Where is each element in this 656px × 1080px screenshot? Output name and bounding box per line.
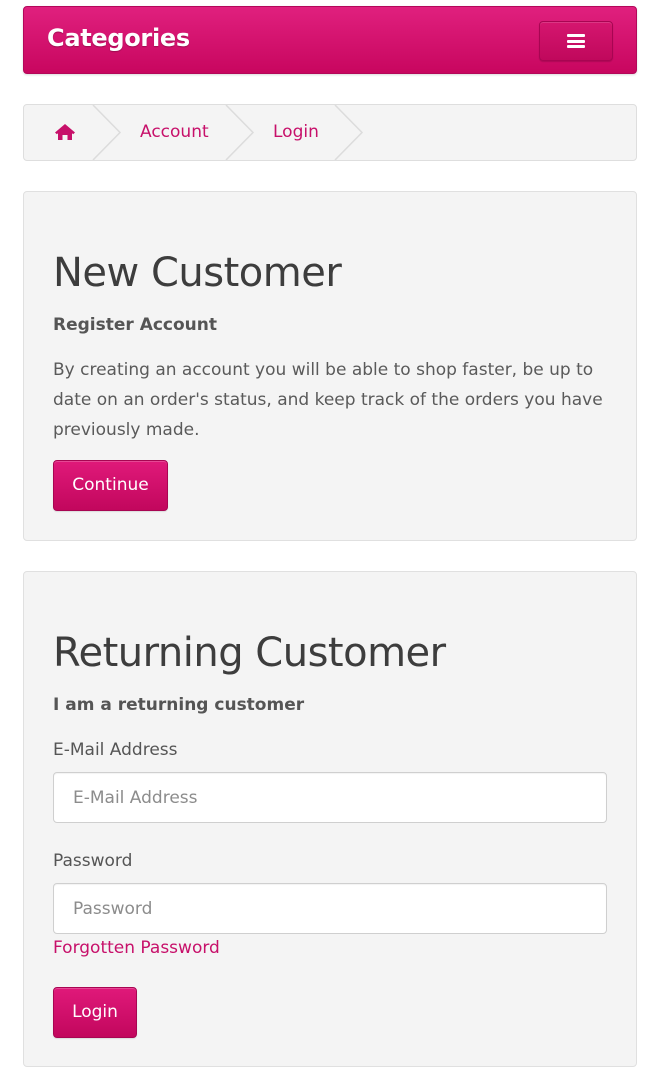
new-customer-heading: New Customer (53, 250, 342, 296)
register-account-subheading: Register Account (53, 315, 218, 335)
category-navbar: Categories (23, 6, 637, 74)
returning-customer-panel: Returning Customer I am a returning cust… (23, 571, 637, 1067)
breadcrumb: Account Login (23, 104, 637, 161)
menu-toggle-button[interactable] (539, 21, 613, 61)
hamburger-menu-icon (567, 34, 585, 48)
home-icon[interactable] (54, 123, 76, 141)
continue-button[interactable]: Continue (53, 460, 168, 511)
breadcrumb-separator (92, 105, 122, 160)
password-label: Password (53, 851, 133, 871)
breadcrumb-item-login[interactable]: Login (273, 105, 319, 160)
new-customer-panel: New Customer Register Account By creatin… (23, 191, 637, 541)
forgotten-password-link[interactable]: Forgotten Password (53, 938, 220, 958)
breadcrumb-separator (225, 105, 255, 160)
password-field[interactable] (53, 883, 607, 934)
returning-customer-heading: Returning Customer (53, 630, 446, 676)
breadcrumb-separator (334, 105, 364, 160)
email-label: E-Mail Address (53, 740, 178, 760)
returning-customer-subheading: I am a returning customer (53, 695, 305, 715)
email-field[interactable] (53, 772, 607, 823)
breadcrumb-item-account[interactable]: Account (140, 105, 209, 160)
login-button[interactable]: Login (53, 987, 137, 1038)
register-description: By creating an account you will be able … (53, 360, 603, 440)
category-title[interactable]: Categories (47, 24, 190, 52)
